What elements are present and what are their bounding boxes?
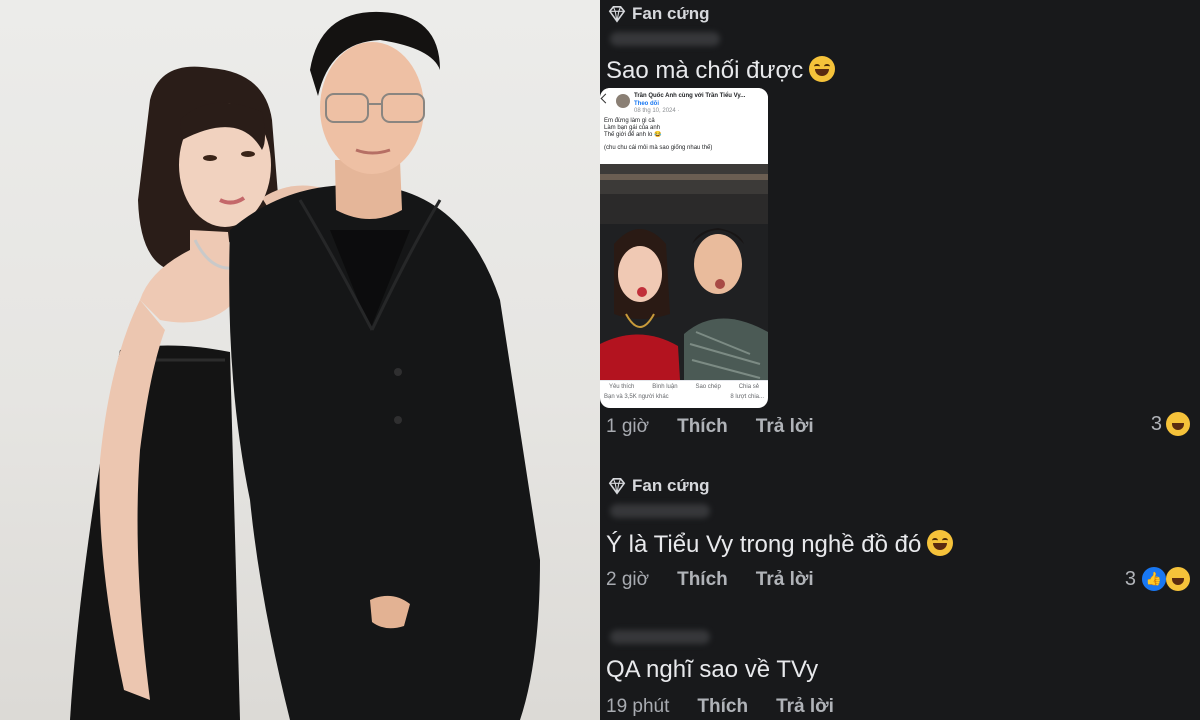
reply-link[interactable]: Trả lời — [756, 416, 814, 438]
diamond-icon — [608, 5, 626, 23]
comment-2-badge: Fan cứng — [608, 476, 709, 496]
embedded-post-body: Em đừng làm gì cả Làm bạn gái của anh Th… — [604, 118, 712, 152]
diamond-icon — [608, 477, 626, 495]
body-line: Em đừng làm gì cả — [604, 118, 655, 124]
embedded-action: Chia sẻ — [738, 384, 760, 390]
couple-photo — [0, 0, 600, 720]
comment-1-author-name[interactable] — [610, 32, 720, 46]
selfie-illustration — [600, 164, 768, 380]
comment-2-reactions[interactable]: 3 👍 — [1125, 565, 1190, 593]
haha-reaction-icon — [1166, 412, 1190, 436]
comment-1-text: Sao mà chối được — [606, 56, 836, 85]
reaction-count: 3 — [1124, 567, 1136, 590]
laughing-emoji-icon — [927, 530, 954, 556]
comment-text: Ý là Tiểu Vy trong nghề đồ đó — [606, 531, 922, 558]
avatar — [616, 94, 630, 108]
comment-time: 2 giờ — [606, 569, 650, 590]
comment-2-meta: 2 giờ Thích Trả lời — [606, 569, 814, 591]
body-line: Làm bạn gái của anh — [604, 125, 661, 131]
follow-link: Theo dõi — [634, 101, 659, 107]
comment-2-text: Ý là Tiểu Vy trong nghề đồ đó — [606, 530, 954, 559]
embedded-post-header: Trần Quốc Anh cùng với Trần Tiểu Vy... T… — [600, 88, 768, 164]
embedded-selfie-photo — [600, 164, 768, 380]
like-reaction-icon: 👍 — [1140, 565, 1168, 593]
comment-time: 19 phút — [606, 696, 670, 717]
comment-1-attached-screenshot[interactable]: Trần Quốc Anh cùng với Trần Tiểu Vy... T… — [600, 88, 768, 408]
badge-label: Fan cứng — [632, 476, 710, 495]
comment-3-text: QA nghĩ sao về TVy — [606, 656, 819, 683]
back-chevron-icon — [600, 93, 611, 104]
embedded-action: Bình luận — [652, 384, 678, 390]
embedded-stats: Bạn và 3,5K người khác 8 lượt chia... — [604, 394, 764, 400]
reply-link[interactable]: Trả lời — [756, 569, 814, 591]
comment-3-meta: 19 phút Thích Trả lời — [606, 696, 834, 718]
comment-2-author-name[interactable] — [610, 504, 710, 518]
haha-reaction-icon — [1166, 567, 1190, 591]
comment-time: 1 giờ — [606, 416, 650, 437]
composite-image: Fan cứng Sao mà chối được 1 giờ Thích Tr… — [0, 0, 1200, 720]
reply-link[interactable]: Trả lời — [776, 696, 834, 718]
body-line: (chu chu cái môi mà sao giống nhau thế) — [604, 145, 713, 151]
comment-1-badge: Fan cứng — [608, 4, 709, 24]
embedded-action: Yêu thích — [608, 384, 635, 390]
badge-label: Fan cứng — [632, 4, 710, 23]
rofl-emoji-icon — [809, 56, 836, 82]
body-line: Thế giới để anh lo 😂 — [604, 132, 662, 138]
embedded-reactions: Bạn và 3,5K người khác — [604, 394, 669, 400]
like-link[interactable]: Thích — [677, 416, 728, 438]
comment-3-author-name[interactable] — [610, 630, 710, 644]
embedded-shares: 8 lượt chia... — [730, 394, 764, 400]
embedded-action-bar: Yêu thích Bình luận Sao chép Chia sẻ — [600, 380, 768, 393]
comment-text: Sao mà chối được — [606, 57, 804, 84]
couple-photo-illustration — [70, 11, 540, 720]
reaction-count: 3 — [1150, 412, 1162, 435]
like-link[interactable]: Thích — [697, 696, 748, 718]
like-link[interactable]: Thích — [677, 569, 728, 591]
comment-1-reactions[interactable]: 3 — [1151, 412, 1190, 436]
embedded-action: Sao chép — [695, 384, 721, 390]
embedded-author: Trần Quốc Anh cùng với Trần Tiểu Vy... — [634, 93, 746, 99]
embedded-date: 08 thg 10, 2024 · — [634, 108, 680, 114]
comment-1-meta: 1 giờ Thích Trả lời — [606, 416, 814, 438]
